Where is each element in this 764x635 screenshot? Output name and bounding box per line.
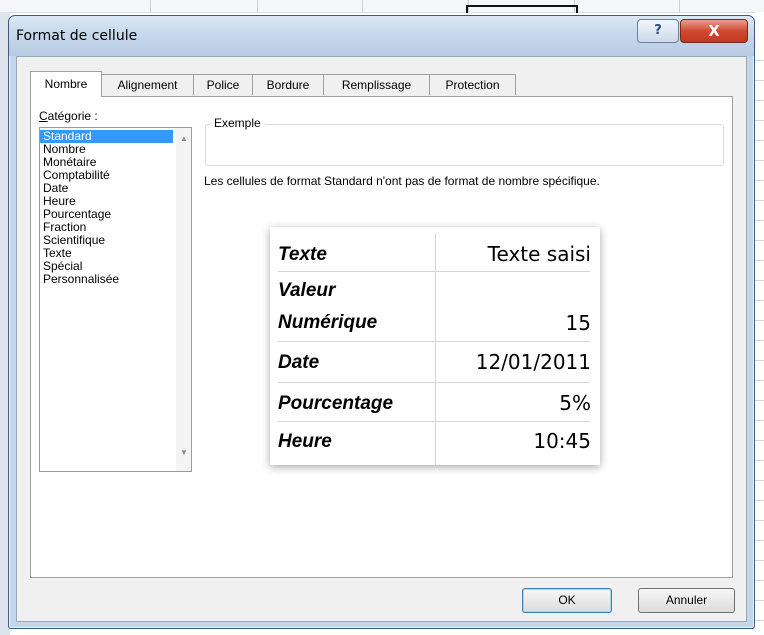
- sheet-row-line: [755, 440, 764, 441]
- row-value: [435, 272, 591, 307]
- example-preview-box: [205, 124, 724, 166]
- sheet-row-line: [755, 220, 764, 221]
- category-list[interactable]: Standard Nombre Monétaire Comptabilité D…: [39, 127, 192, 472]
- sheet-column-divider: [150, 0, 151, 12]
- row-value: 15: [435, 307, 591, 345]
- row-label: Numérique: [278, 312, 378, 333]
- sheet-row-line: [755, 400, 764, 401]
- sheet-row-line: [755, 200, 764, 201]
- tab-nombre[interactable]: Nombre: [30, 71, 102, 97]
- sheet-row-line: [755, 500, 764, 501]
- sheet-row-line: [755, 540, 764, 541]
- table-row: Numérique 15: [278, 307, 591, 345]
- sheet-row-line: [755, 380, 764, 381]
- scroll-down-arrow-icon[interactable]: ▼: [180, 448, 188, 457]
- sheet-row-line: [755, 140, 764, 141]
- format-description: Les cellules de format Standard n'ont pa…: [204, 174, 600, 188]
- category-item-personnalisee[interactable]: Personnalisée: [40, 273, 119, 286]
- sheet-row-line: [755, 300, 764, 301]
- table-row: Pourcentage 5%: [278, 383, 591, 429]
- category-scrollbar[interactable]: ▲ ▼: [176, 128, 191, 471]
- sheet-row-line: [755, 180, 764, 181]
- sheet-row-line: [755, 80, 764, 81]
- sheet-row-line: [755, 280, 764, 281]
- dialog-title: Format de cellule: [16, 28, 138, 44]
- sheet-row-line: [755, 580, 764, 581]
- sheet-row-line: [755, 160, 764, 161]
- sheet-row-line: [755, 120, 764, 121]
- sheet-row-line: [755, 520, 764, 521]
- sheet-row-line: [755, 560, 764, 561]
- tab-bordure[interactable]: Bordure: [252, 74, 324, 95]
- table-row: Texte Texte saisi: [278, 233, 591, 280]
- row-label: Heure: [278, 431, 332, 452]
- sheet-row-line: [755, 620, 764, 621]
- category-label-text: atégorie :: [47, 109, 98, 123]
- sheet-row-line: [755, 480, 764, 481]
- sheet-row-line: [755, 460, 764, 461]
- table-row: Heure 10:45: [278, 422, 591, 465]
- sheet-row-line: [755, 420, 764, 421]
- sheet-row-line: [755, 600, 764, 601]
- cancel-button[interactable]: Annuler: [638, 588, 735, 613]
- sheet-row-line: [755, 320, 764, 321]
- tab-alignement[interactable]: Alignement: [101, 74, 194, 95]
- table-row: Valeur: [278, 272, 590, 307]
- sheet-right-strip: [755, 12, 764, 635]
- title-bar[interactable]: Format de cellule ? X: [9, 16, 754, 56]
- example-label: Exemple: [210, 116, 265, 130]
- sheet-header-strip: [0, 0, 764, 13]
- tab-protection[interactable]: Protection: [429, 74, 516, 95]
- tab-remplissage[interactable]: Remplissage: [323, 74, 430, 95]
- ok-button[interactable]: OK: [522, 588, 612, 613]
- table-row: Date 12/01/2011: [278, 342, 591, 390]
- sheet-column-divider: [679, 0, 680, 12]
- format-examples-table: Texte Texte saisi Valeur Numérique 15 Da…: [270, 227, 600, 465]
- scroll-up-arrow-icon[interactable]: ▲: [180, 134, 188, 143]
- sheet-row-line: [755, 60, 764, 61]
- row-value: 10:45: [435, 422, 591, 465]
- selected-cell-border: [466, 5, 578, 13]
- tab-police[interactable]: Police: [193, 74, 253, 95]
- sheet-column-divider: [362, 0, 363, 12]
- help-button[interactable]: ?: [637, 19, 679, 43]
- sheet-row-line: [755, 340, 764, 341]
- sheet-row-line: [755, 260, 764, 261]
- sheet-row-line: [755, 100, 764, 101]
- sheet-row-line: [755, 240, 764, 241]
- category-label: Catégorie :: [39, 109, 98, 123]
- close-button[interactable]: X: [680, 19, 748, 43]
- sheet-row-line: [755, 360, 764, 361]
- sheet-column-divider: [257, 0, 258, 12]
- category-label-accesskey: C: [39, 109, 48, 123]
